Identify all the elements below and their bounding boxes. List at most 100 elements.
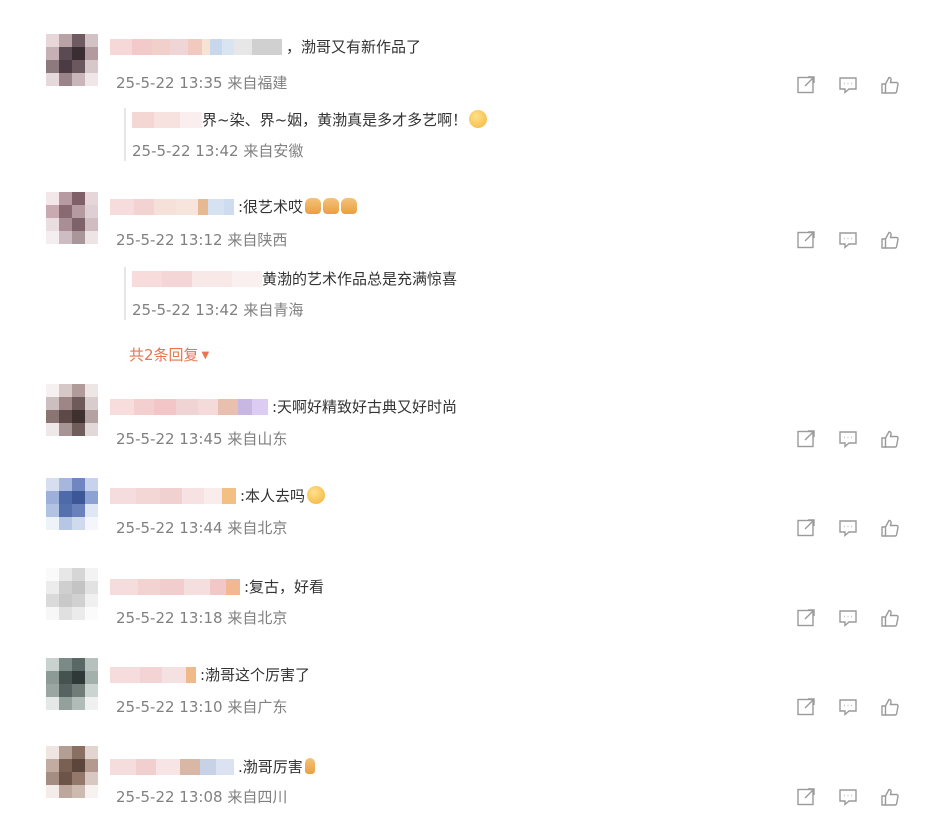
- username[interactable]: [110, 665, 196, 684]
- avatar-pixel: [85, 384, 98, 397]
- avatar-pixel: [59, 504, 72, 517]
- avatar-pixel: [72, 785, 85, 798]
- username-mosaic-block: [110, 759, 136, 775]
- avatar-pixel: [85, 517, 98, 530]
- like-icon[interactable]: [879, 517, 901, 539]
- username[interactable]: [110, 577, 240, 596]
- username-mosaic-block: [162, 667, 186, 683]
- reply-username[interactable]: [132, 110, 202, 129]
- avatar-pixel: [59, 759, 72, 772]
- like-icon[interactable]: [879, 607, 901, 629]
- like-icon[interactable]: [879, 74, 901, 96]
- avatar-pixel: [46, 423, 59, 436]
- avatar-pixel: [72, 47, 85, 60]
- share-icon[interactable]: [795, 428, 817, 450]
- username-mosaic-block: [210, 39, 222, 55]
- location: 来自北京: [227, 519, 288, 537]
- comment-icon[interactable]: [837, 607, 859, 629]
- avatar-pixel: [46, 73, 59, 86]
- avatar[interactable]: [46, 658, 98, 710]
- view-replies-label: 共2条回复: [129, 346, 199, 364]
- username-mosaic-block: [136, 759, 156, 775]
- view-replies-link[interactable]: 共2条回复 ▼: [129, 344, 209, 365]
- avatar-pixel: [46, 34, 59, 47]
- avatar-pixel: [59, 658, 72, 671]
- avatar-pixel: [85, 397, 98, 410]
- avatar-pixel: [72, 684, 85, 697]
- thumbs-up-emoji: [304, 758, 315, 774]
- username[interactable]: [110, 37, 282, 56]
- avatar-pixel: [59, 607, 72, 620]
- username-mosaic-block: [200, 759, 216, 775]
- avatar[interactable]: [46, 34, 98, 86]
- avatar-pixel: [59, 746, 72, 759]
- reply-text: 界~染、界~姻，黄渤真是多才多艺啊！: [202, 110, 468, 129]
- avatar-pixel: [59, 34, 72, 47]
- avatar-pixel: [72, 73, 85, 86]
- comment-actions: [795, 607, 901, 629]
- username-mosaic-block: [186, 667, 196, 683]
- avatar-pixel: [59, 581, 72, 594]
- timestamp: 25-5-22 13:42: [132, 301, 239, 319]
- share-icon[interactable]: [795, 786, 817, 808]
- avatar[interactable]: [46, 568, 98, 620]
- username-mosaic-block: [182, 488, 204, 504]
- comment-icon[interactable]: [837, 428, 859, 450]
- avatar-pixel: [46, 671, 59, 684]
- username[interactable]: [110, 397, 268, 416]
- location: 来自山东: [227, 430, 288, 448]
- avatar-pixel: [72, 478, 85, 491]
- avatar-pixel: [46, 218, 59, 231]
- comment-icon[interactable]: [837, 229, 859, 251]
- avatar[interactable]: [46, 746, 98, 798]
- avatar-pixel: [72, 759, 85, 772]
- username-mosaic-block: [156, 759, 180, 775]
- avatar-pixel: [72, 491, 85, 504]
- avatar-pixel: [59, 384, 72, 397]
- avatar-pixel: [72, 192, 85, 205]
- comment-text: ，渤哥又有新作品了: [286, 37, 422, 56]
- username[interactable]: [110, 757, 234, 776]
- comment-actions: [795, 428, 901, 450]
- avatar-pixel: [46, 607, 59, 620]
- comment-icon[interactable]: [837, 517, 859, 539]
- avatar-pixel: [72, 423, 85, 436]
- comment-text: :复古，好看: [244, 577, 325, 596]
- comment-header: :渤哥这个厉害了: [110, 664, 310, 684]
- comment-header: :复古，好看: [110, 576, 324, 596]
- timestamp: 25-5-22 13:18: [116, 609, 223, 627]
- comment-header: :天啊好精致好古典又好时尚: [110, 396, 457, 416]
- comment-icon[interactable]: [837, 786, 859, 808]
- username[interactable]: [110, 486, 236, 505]
- avatar-pixel: [85, 491, 98, 504]
- location: 来自安徽: [243, 142, 304, 160]
- reply-username[interactable]: [132, 269, 262, 288]
- share-icon[interactable]: [795, 696, 817, 718]
- username-mosaic-block: [224, 199, 234, 215]
- share-icon[interactable]: [795, 229, 817, 251]
- username-mosaic-block: [154, 112, 180, 128]
- like-icon[interactable]: [879, 229, 901, 251]
- comment-icon[interactable]: [837, 74, 859, 96]
- username-mosaic-block: [160, 488, 182, 504]
- comment-header: :很艺术哎: [110, 196, 358, 216]
- avatar-pixel: [85, 671, 98, 684]
- avatar-pixel: [72, 772, 85, 785]
- thumbs-up-emoji: [305, 198, 322, 214]
- username-mosaic-block: [138, 579, 160, 595]
- avatar-pixel: [72, 568, 85, 581]
- comment-icon[interactable]: [837, 696, 859, 718]
- avatar-pixel: [46, 684, 59, 697]
- like-icon[interactable]: [879, 428, 901, 450]
- avatar[interactable]: [46, 192, 98, 244]
- share-icon[interactable]: [795, 517, 817, 539]
- username-mosaic-block: [154, 199, 176, 215]
- avatar[interactable]: [46, 478, 98, 530]
- avatar-pixel: [59, 192, 72, 205]
- username[interactable]: [110, 197, 234, 216]
- share-icon[interactable]: [795, 74, 817, 96]
- like-icon[interactable]: [879, 696, 901, 718]
- avatar[interactable]: [46, 384, 98, 436]
- like-icon[interactable]: [879, 786, 901, 808]
- share-icon[interactable]: [795, 607, 817, 629]
